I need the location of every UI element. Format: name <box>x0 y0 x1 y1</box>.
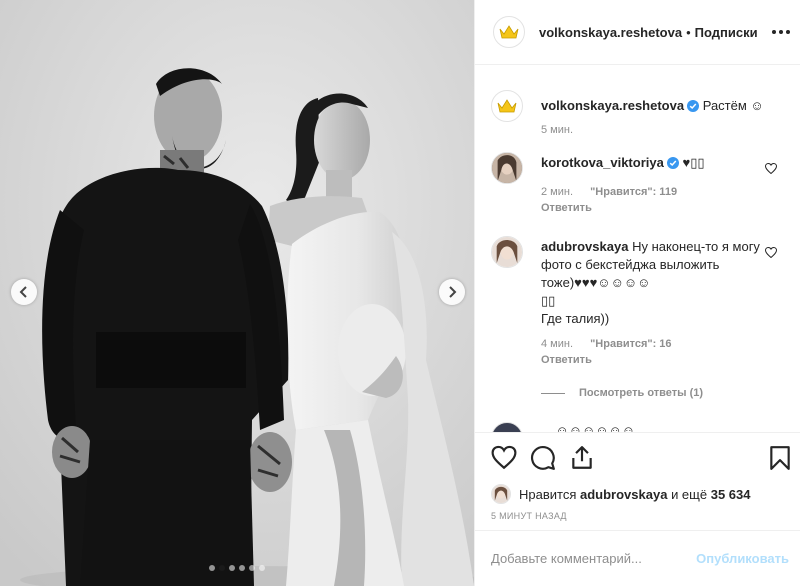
comment-likes[interactable]: "Нравится": 16 <box>590 338 671 350</box>
likes-prefix: Нравится <box>519 486 577 502</box>
likes-middle: и ещё <box>671 486 708 502</box>
verified-icon <box>687 100 700 112</box>
publish-button[interactable]: Опубликовать <box>696 551 789 566</box>
post-header: volkonskaya.reshetova • Подписки <box>475 0 800 65</box>
header-separator: • <box>686 24 691 40</box>
post-photo[interactable] <box>0 0 474 586</box>
add-comment-bar: Опубликовать <box>475 530 800 586</box>
carousel-dot <box>219 565 225 571</box>
carousel-dot <box>249 565 255 571</box>
comment-username[interactable]: korotkova_viktoriya <box>541 155 664 170</box>
carousel-next-button[interactable] <box>439 279 465 305</box>
likes-user[interactable]: adubrovskaya <box>580 487 667 502</box>
likes-summary[interactable]: Нравится adubrovskaya и ещё 35 634 <box>491 484 750 504</box>
comment-username[interactable]: adubrovskaya <box>541 239 628 254</box>
comment-avatar[interactable] <box>491 236 523 268</box>
comment-input[interactable] <box>491 551 697 566</box>
bookmark-icon[interactable] <box>767 445 793 471</box>
heart-icon[interactable] <box>765 163 777 174</box>
comment-time[interactable]: 4 мин. <box>541 338 573 350</box>
carousel-dot <box>209 565 215 571</box>
carousel-dots <box>0 565 474 571</box>
comment-avatar[interactable] <box>491 422 523 432</box>
caption-username[interactable]: volkonskaya.reshetova <box>541 98 684 113</box>
more-options-button[interactable] <box>771 22 791 42</box>
verified-icon <box>666 157 679 169</box>
avatar-photo <box>492 153 522 183</box>
heart-icon[interactable] <box>491 445 517 471</box>
caption-avatar[interactable] <box>491 90 523 122</box>
chevron-left-icon <box>19 286 27 298</box>
comment-text: ♥▯▯ <box>682 155 705 170</box>
view-replies-label: Посмотреть ответы (1) <box>579 387 704 399</box>
post-actions: Нравится adubrovskaya и ещё 35 634 5 МИН… <box>475 432 800 522</box>
reply-button[interactable]: Ответить <box>541 354 592 366</box>
caption-text: Растём ☺ <box>702 98 764 113</box>
liker-avatar[interactable] <box>491 484 511 504</box>
more-icon <box>772 30 776 34</box>
carousel-dot <box>259 565 265 571</box>
comment-text: ... ☺☺☺☺☺☺ <box>541 423 636 432</box>
heart-icon[interactable] <box>765 247 777 258</box>
share-icon[interactable] <box>569 445 595 471</box>
comment-likes[interactable]: "Нравится": 119 <box>590 186 677 198</box>
replies-divider <box>541 392 565 394</box>
carousel-dot <box>239 565 245 571</box>
post-timestamp[interactable]: 5 МИНУТ НАЗАД <box>491 511 567 521</box>
comment-time[interactable]: 2 мин. <box>541 186 573 198</box>
crown-icon <box>497 99 517 113</box>
avatar-photo <box>492 485 510 503</box>
carousel-prev-button[interactable] <box>11 279 37 305</box>
chevron-right-icon <box>449 286 457 298</box>
avatar-photo <box>492 237 522 267</box>
crown-icon <box>499 25 519 39</box>
post-sidebar: volkonskaya.reshetova • Подписки volkons… <box>474 0 800 586</box>
follow-status-button[interactable]: Подписки <box>695 25 758 40</box>
likes-count[interactable]: 35 634 <box>711 487 751 502</box>
photo-image <box>0 0 474 586</box>
comment-text-line3: Где талия)) <box>541 311 610 326</box>
comment-avatar[interactable] <box>491 152 523 184</box>
comment-text-line2: ▯▯ <box>541 293 556 308</box>
author-avatar[interactable] <box>493 16 525 48</box>
author-username[interactable]: volkonskaya.reshetova <box>539 25 682 40</box>
view-replies-button[interactable]: Посмотреть ответы (1) <box>541 387 703 399</box>
reply-button[interactable]: Ответить <box>541 202 592 214</box>
comment-icon[interactable] <box>530 445 556 471</box>
carousel-dot <box>229 565 235 571</box>
comments-list[interactable]: volkonskaya.reshetova Растём ☺ 5 мин. ko… <box>475 66 800 432</box>
caption-time[interactable]: 5 мин. <box>541 124 573 136</box>
